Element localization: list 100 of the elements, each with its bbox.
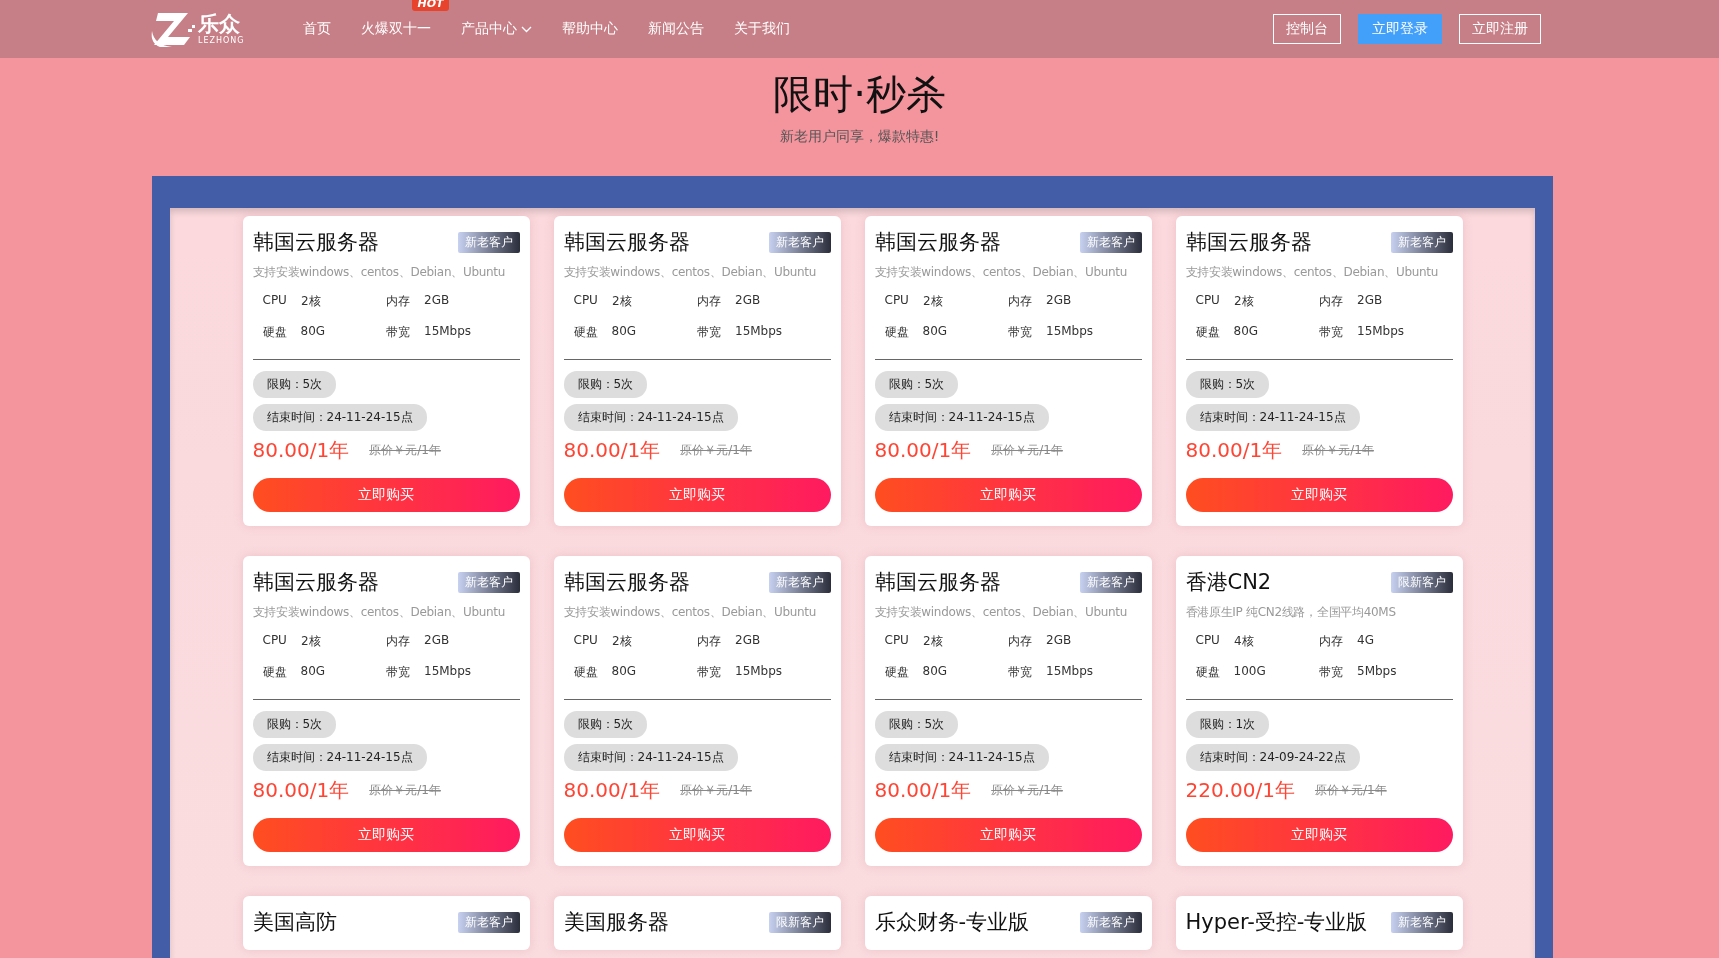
spec-value: 2核 bbox=[300, 293, 321, 310]
limit-pill: 限购：5次 bbox=[563, 371, 648, 398]
spec-value: 2GB bbox=[1046, 633, 1072, 649]
buy-button[interactable]: 立即购买 bbox=[1185, 818, 1453, 852]
customer-tag: 新老客户 bbox=[457, 231, 520, 253]
card-title: 香港CN2 bbox=[1185, 569, 1272, 596]
spec-value: 80G bbox=[1233, 324, 1259, 340]
spec-label: 带宽 bbox=[386, 324, 410, 341]
original-price: 原价￥元/1年 bbox=[680, 442, 752, 459]
page-title: 限时·秒杀 bbox=[772, 70, 947, 118]
card-title: 韩国云服务器 bbox=[1185, 229, 1312, 256]
spec-label: 内存 bbox=[1008, 293, 1032, 310]
price: 80.00/1年 bbox=[252, 437, 350, 464]
spec-value: 2GB bbox=[735, 633, 761, 649]
end-time-pill: 结束时间：24-11-24-15点 bbox=[874, 404, 1049, 431]
spec-value: 15Mbps bbox=[1046, 324, 1094, 340]
spec-value: 2核 bbox=[922, 293, 943, 310]
end-time-pill: 结束时间：24-11-24-15点 bbox=[563, 404, 738, 431]
spec-value: 2GB bbox=[735, 293, 761, 309]
card-description: 支持安装windows、centos、Debian、Ubuntu bbox=[563, 264, 818, 281]
spec-value: 4核 bbox=[1233, 633, 1254, 650]
spec-value: 80G bbox=[300, 664, 326, 680]
price: 80.00/1年 bbox=[252, 777, 350, 804]
spec-value: 2核 bbox=[611, 633, 632, 650]
spec-value: 15Mbps bbox=[1357, 324, 1405, 340]
original-price: 原价￥元/1年 bbox=[1302, 442, 1374, 459]
end-time-pill: 结束时间：24-11-24-15点 bbox=[874, 744, 1049, 771]
spec-label: CPU bbox=[262, 293, 287, 309]
spec-value: 80G bbox=[922, 664, 948, 680]
card-title: Hyper-受控-专业版 bbox=[1185, 909, 1368, 936]
card-description: 香港原生IP 纯CN2线路，全国平均40MS bbox=[1185, 604, 1397, 621]
limit-pill: 限购：5次 bbox=[563, 711, 648, 738]
spec-label: CPU bbox=[1195, 633, 1220, 649]
end-time-pill: 结束时间：24-09-24-22点 bbox=[1185, 744, 1360, 771]
original-price: 原价￥元/1年 bbox=[991, 442, 1063, 459]
spec-label: 硬盘 bbox=[262, 664, 287, 681]
header-button[interactable]: 立即登录 bbox=[1358, 14, 1442, 44]
spec-label: 硬盘 bbox=[1195, 324, 1220, 341]
spec-value: 2GB bbox=[1046, 293, 1072, 309]
spec-label: 带宽 bbox=[697, 324, 721, 341]
spec-label: CPU bbox=[884, 633, 909, 649]
card-title: 韩国云服务器 bbox=[563, 229, 690, 256]
price: 220.00/1年 bbox=[1185, 777, 1295, 804]
buy-button[interactable]: 立即购买 bbox=[252, 478, 520, 512]
end-time-pill: 结束时间：24-11-24-15点 bbox=[252, 744, 427, 771]
original-price: 原价￥元/1年 bbox=[680, 782, 752, 799]
spec-value: 80G bbox=[300, 324, 326, 340]
customer-tag: 新老客户 bbox=[768, 571, 831, 593]
card-title: 美国服务器 bbox=[563, 909, 669, 936]
nav-link[interactable]: 产品中心 bbox=[460, 20, 532, 38]
buy-button[interactable]: 立即购买 bbox=[874, 818, 1142, 852]
card-description: 支持安装windows、centos、Debian、Ubuntu bbox=[252, 264, 507, 281]
spec-value: 15Mbps bbox=[735, 664, 783, 680]
spec-label: 硬盘 bbox=[262, 324, 287, 341]
card-title: 韩国云服务器 bbox=[874, 569, 1001, 596]
buy-button[interactable]: 立即购买 bbox=[1185, 478, 1453, 512]
header-button[interactable]: 立即注册 bbox=[1459, 14, 1541, 44]
customer-tag: 新老客户 bbox=[457, 911, 520, 933]
spec-value: 15Mbps bbox=[424, 664, 472, 680]
card-description: 支持安装windows、centos、Debian、Ubuntu bbox=[563, 604, 818, 621]
customer-tag: 新老客户 bbox=[457, 571, 520, 593]
buy-button[interactable]: 立即购买 bbox=[563, 478, 831, 512]
spec-label: CPU bbox=[1195, 293, 1220, 309]
nav-link[interactable]: 帮助中心 bbox=[561, 20, 618, 38]
original-price: 原价￥元/1年 bbox=[991, 782, 1063, 799]
nav-link[interactable]: 首页 bbox=[302, 20, 331, 38]
end-time-pill: 结束时间：24-11-24-15点 bbox=[1185, 404, 1360, 431]
buy-button[interactable]: 立即购买 bbox=[563, 818, 831, 852]
customer-tag: 新老客户 bbox=[1079, 571, 1142, 593]
header-button[interactable]: 控制台 bbox=[1273, 14, 1341, 44]
card-description: 支持安装windows、centos、Debian、Ubuntu bbox=[874, 604, 1129, 621]
spec-value: 2核 bbox=[300, 633, 321, 650]
buy-button[interactable]: 立即购买 bbox=[874, 478, 1142, 512]
logo-name: 乐众 bbox=[198, 13, 241, 35]
buy-button[interactable]: 立即购买 bbox=[252, 818, 520, 852]
spec-value: 4G bbox=[1357, 633, 1374, 649]
nav-link[interactable]: 关于我们 bbox=[733, 20, 790, 38]
end-time-pill: 结束时间：24-11-24-15点 bbox=[252, 404, 427, 431]
customer-tag: 新老客户 bbox=[1079, 231, 1142, 253]
spec-label: 硬盘 bbox=[573, 324, 598, 341]
nav-link[interactable]: 新闻公告 bbox=[647, 20, 704, 38]
spec-value: 15Mbps bbox=[1046, 664, 1094, 680]
original-price: 原价￥元/1年 bbox=[369, 442, 441, 459]
spec-label: CPU bbox=[884, 293, 909, 309]
limit-pill: 限购：5次 bbox=[874, 711, 959, 738]
spec-value: 15Mbps bbox=[424, 324, 472, 340]
card-description: 支持安装windows、centos、Debian、Ubuntu bbox=[874, 264, 1129, 281]
spec-value: 2核 bbox=[611, 293, 632, 310]
customer-tag: 新老客户 bbox=[1390, 911, 1453, 933]
spec-value: 2核 bbox=[922, 633, 943, 650]
card-title: 美国高防 bbox=[252, 909, 337, 936]
spec-label: 内存 bbox=[1319, 633, 1343, 650]
spec-value: 80G bbox=[922, 324, 948, 340]
spec-label: 内存 bbox=[386, 633, 410, 650]
spec-label: CPU bbox=[262, 633, 287, 649]
price: 80.00/1年 bbox=[874, 437, 972, 464]
spec-value: 2GB bbox=[424, 633, 450, 649]
logo-subtitle: LEZHONG bbox=[198, 36, 245, 45]
spec-value: 100G bbox=[1233, 664, 1266, 680]
customer-tag: 限新客户 bbox=[768, 911, 831, 933]
